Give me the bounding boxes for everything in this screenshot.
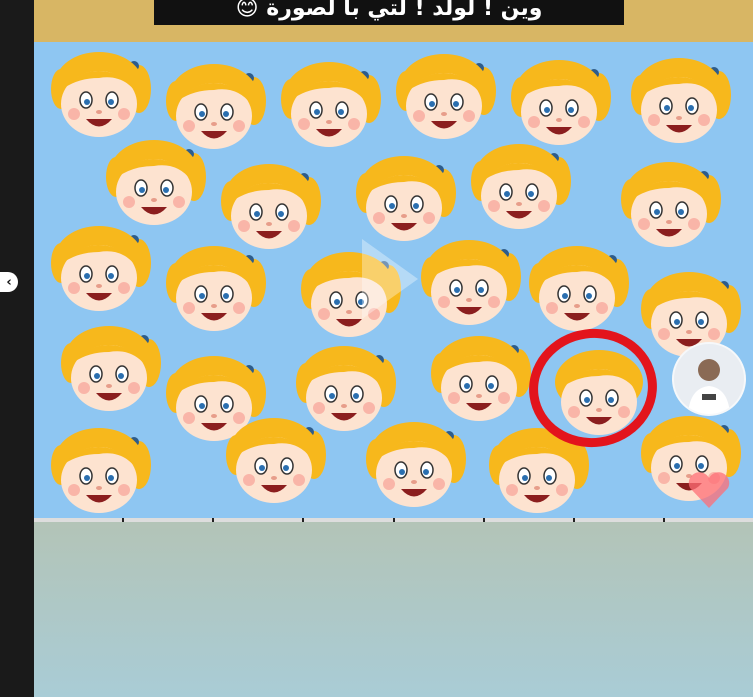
girl-face (54, 318, 164, 418)
girl-face (414, 232, 524, 332)
girl-face (389, 46, 499, 146)
girl-face (424, 328, 534, 428)
story-title: وين ! لولد ! لتي با لصورة 😊 (154, 0, 624, 25)
left-gutter (0, 0, 34, 697)
avatar[interactable] (672, 342, 746, 416)
story-viewer: وين ! لولد ! لتي با لصورة 😊 (34, 0, 753, 697)
girl-face (274, 54, 384, 154)
girl-face (159, 238, 269, 338)
girl-face (99, 132, 209, 232)
girl-face (219, 410, 329, 510)
girl-face (44, 218, 154, 318)
girl-face (464, 136, 574, 236)
girl-face (624, 50, 734, 150)
puzzle-image (34, 42, 753, 518)
play-icon[interactable] (354, 234, 424, 324)
story-bottom-area (34, 522, 753, 697)
girl-face (44, 44, 154, 144)
girl-face (359, 414, 469, 514)
title-band: وين ! لولد ! لتي با لصورة 😊 (34, 0, 753, 42)
girl-face (522, 238, 632, 338)
heart-icon[interactable] (686, 470, 732, 510)
girl-face (44, 420, 154, 518)
